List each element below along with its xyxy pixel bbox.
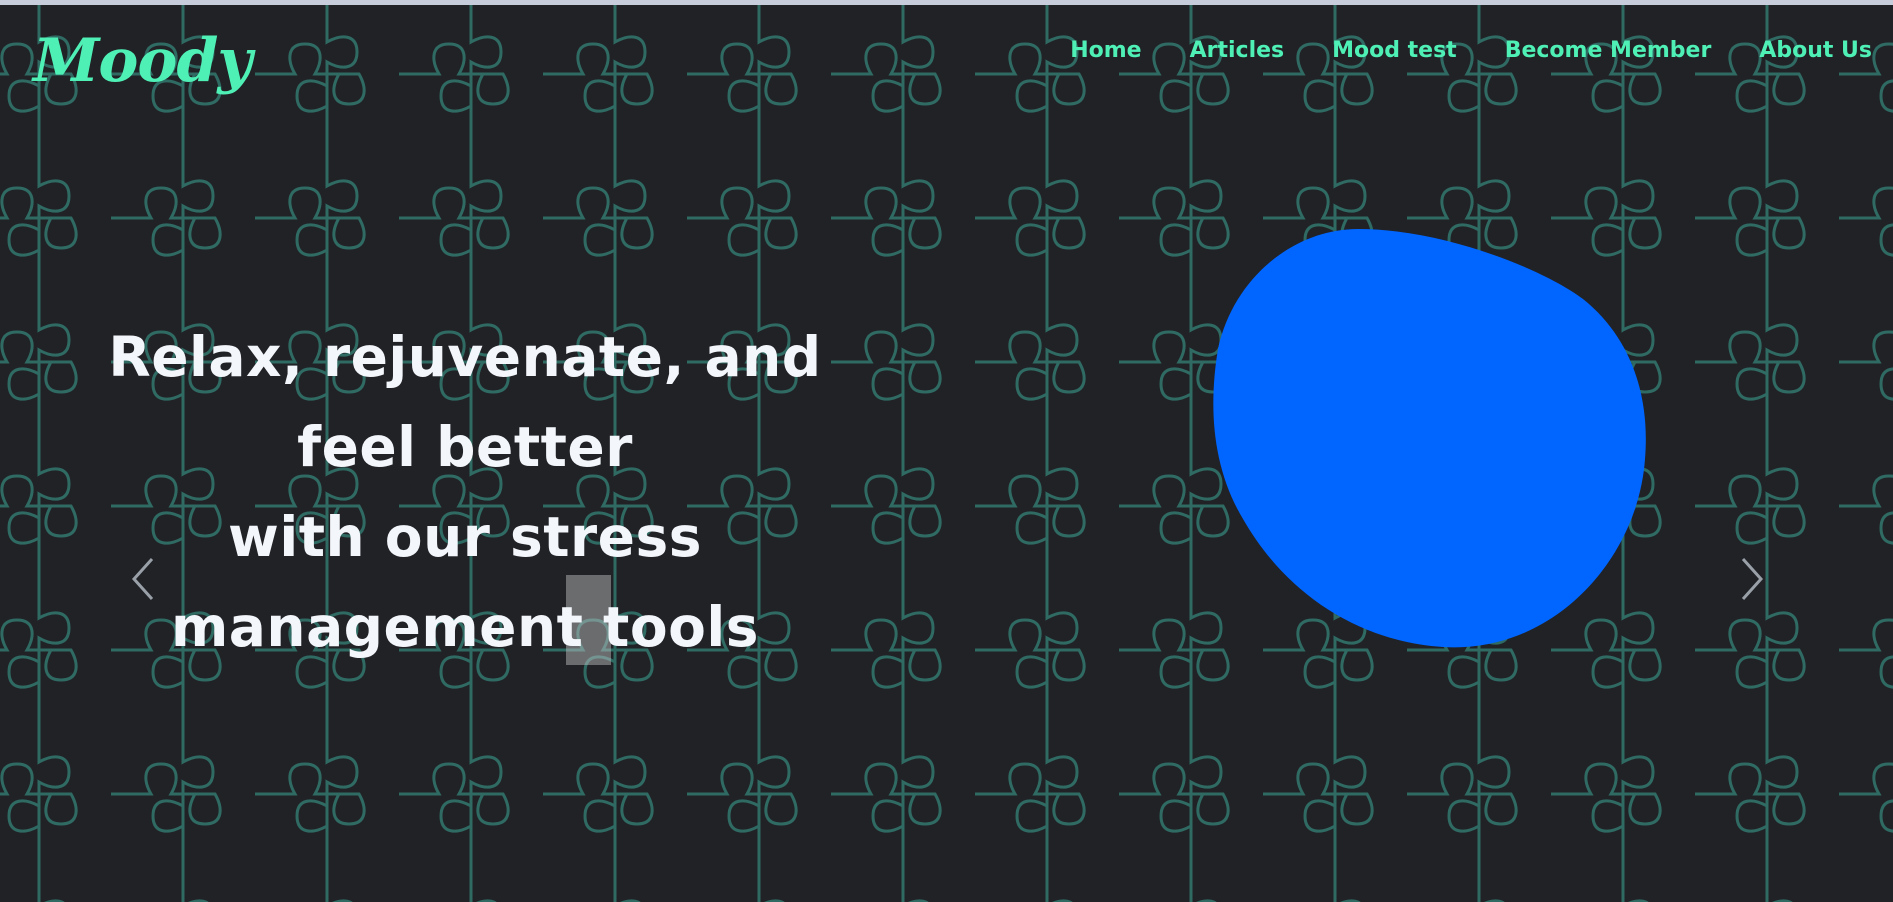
nav-link-home[interactable]: Home: [1070, 36, 1141, 66]
brand-logo[interactable]: Moody: [33, 27, 252, 95]
hero-line-2: feel better: [297, 415, 633, 479]
chevron-right-icon[interactable]: [1737, 555, 1767, 603]
main-nav: Home Articles Mood test Become Member Ab…: [1022, 36, 1872, 66]
nav-link-become-member[interactable]: Become Member: [1505, 36, 1712, 66]
nav-link-about-us[interactable]: About Us: [1759, 36, 1872, 66]
nav-link-articles[interactable]: Articles: [1190, 36, 1285, 66]
hero-headline: Relax, rejuvenate, and feel better with …: [90, 312, 840, 672]
top-navbar: Moody Home Articles Mood test Become Mem…: [0, 5, 1893, 95]
blue-blob-illustration: [1213, 229, 1646, 648]
hero-line-3: with our stress: [228, 505, 702, 569]
hero-line-1: Relax, rejuvenate, and: [108, 325, 822, 389]
nav-link-mood-test[interactable]: Mood test: [1332, 36, 1457, 66]
hero-line-4: management tools: [170, 595, 760, 659]
chevron-left-icon[interactable]: [128, 555, 158, 603]
